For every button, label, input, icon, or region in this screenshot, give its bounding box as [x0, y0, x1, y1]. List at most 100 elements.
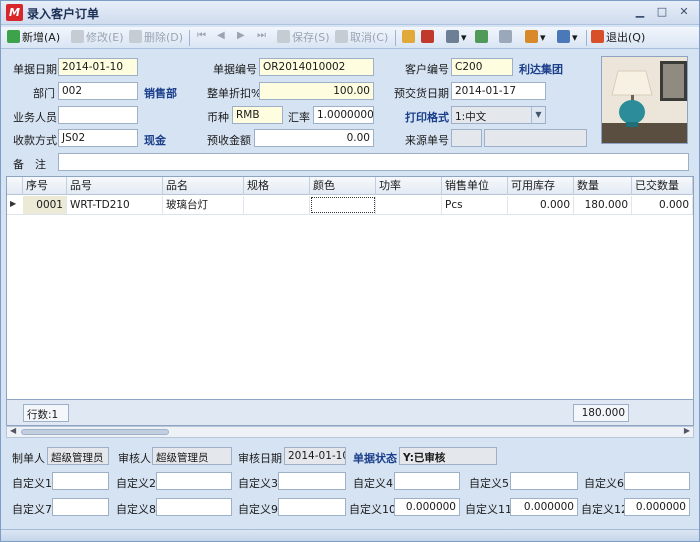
- delivery-date-field[interactable]: 2014-01-17: [451, 82, 546, 100]
- custom-label: 自定义8: [116, 503, 156, 516]
- column-header[interactable]: 序号: [23, 177, 67, 195]
- source-no-label: 来源单号: [405, 134, 449, 147]
- column-header[interactable]: 规格: [244, 177, 310, 195]
- custom-label: 自定义3: [238, 477, 278, 490]
- save-icon: [277, 30, 290, 43]
- currency-label: 币种: [207, 111, 229, 124]
- exit-icon: [591, 30, 604, 43]
- row-count: 行数:1: [23, 404, 69, 422]
- add-icon: [7, 30, 20, 43]
- print-format-select[interactable]: 1:中文 ▼: [451, 106, 546, 124]
- last-record-icon[interactable]: ⏭: [257, 30, 266, 41]
- table-cell[interactable]: [376, 196, 442, 214]
- table-cell[interactable]: 0.000: [508, 196, 574, 214]
- rate-field[interactable]: 1.0000000: [313, 106, 374, 124]
- rate-label: 汇率: [288, 111, 310, 124]
- minimize-icon[interactable]: ▁: [633, 6, 647, 18]
- custom-field[interactable]: 0.000000: [510, 498, 578, 516]
- table-cell[interactable]: 0.000: [632, 196, 693, 214]
- chevron-down-icon[interactable]: ▼: [531, 107, 545, 123]
- window-title: 录入客户订单: [27, 7, 100, 21]
- custom-field[interactable]: 0.000000: [394, 498, 460, 516]
- source-no-field-2[interactable]: [484, 129, 587, 147]
- first-record-icon[interactable]: ⏮: [197, 30, 206, 41]
- title-bar[interactable]: M 录入客户订单 ▁ □ ✕: [1, 1, 699, 25]
- table-cell[interactable]: 180.000: [574, 196, 632, 214]
- custom-field[interactable]: [510, 472, 578, 490]
- product-photo: [601, 56, 688, 144]
- salesperson-field[interactable]: [58, 106, 138, 124]
- column-header[interactable]: 可用库存: [508, 177, 574, 195]
- cancel-button[interactable]: 取消(C): [335, 29, 388, 47]
- column-header[interactable]: 品名: [163, 177, 244, 195]
- save-button[interactable]: 保存(S): [277, 29, 330, 47]
- custom-field[interactable]: [624, 472, 690, 490]
- customer-no-field[interactable]: C200: [451, 58, 513, 76]
- maximize-icon[interactable]: □: [655, 6, 669, 18]
- edit-button[interactable]: 修改(E): [71, 29, 124, 47]
- table-cell[interactable]: WRT-TD210: [67, 196, 163, 214]
- scroll-right-icon[interactable]: ▶: [684, 426, 690, 435]
- tools-icon[interactable]: ▾: [525, 29, 546, 47]
- table-summary: 行数:1 180.000: [6, 400, 694, 426]
- copy-icon[interactable]: [499, 29, 514, 47]
- custom-field[interactable]: [278, 472, 346, 490]
- custom-field[interactable]: [156, 472, 232, 490]
- custom-label: 自定义1: [12, 477, 52, 490]
- toolbar: 新增(A) 修改(E) 删除(D) ⏮ ◀ ▶ ⏭ 保存(S) 取消(C) ▾ …: [1, 27, 699, 49]
- auditor-field: 超级管理员: [152, 447, 232, 465]
- custom-field[interactable]: [52, 498, 109, 516]
- column-header[interactable]: 品号: [67, 177, 163, 195]
- report-icon[interactable]: [421, 29, 436, 47]
- customer-no-label: 客户编号: [405, 63, 449, 76]
- custom-field[interactable]: [278, 498, 346, 516]
- dept-field[interactable]: 002: [58, 82, 138, 100]
- next-record-icon[interactable]: ▶: [237, 30, 245, 41]
- horizontal-scrollbar[interactable]: ◀ ▶: [6, 426, 694, 438]
- column-header[interactable]: 已交数量: [632, 177, 693, 195]
- close-icon[interactable]: ✕: [677, 6, 691, 18]
- prepay-label: 预收金额: [207, 134, 251, 147]
- table-cell[interactable]: 玻璃台灯: [163, 196, 244, 214]
- status-label: 单据状态: [353, 452, 397, 465]
- table-cell[interactable]: Pcs: [442, 196, 508, 214]
- scrollbar-thumb[interactable]: [21, 429, 169, 435]
- prepay-field[interactable]: 0.00: [254, 129, 374, 147]
- delete-button[interactable]: 删除(D): [129, 29, 183, 47]
- exit-button[interactable]: 退出(Q): [591, 29, 645, 47]
- prev-record-icon[interactable]: ◀: [217, 30, 225, 41]
- discount-field[interactable]: 100.00: [259, 82, 374, 100]
- custom-field[interactable]: [52, 472, 109, 490]
- doc-no-field[interactable]: OR2014010002: [259, 58, 374, 76]
- custom-label: 自定义6: [584, 477, 624, 490]
- remark-label: 备 注: [13, 158, 46, 171]
- remark-field[interactable]: [58, 153, 689, 171]
- source-no-field[interactable]: [451, 129, 482, 147]
- custom-field[interactable]: [394, 472, 460, 490]
- custom-label: 自定义7: [12, 503, 52, 516]
- custom-field[interactable]: 0.000000: [624, 498, 690, 516]
- export-icon[interactable]: [475, 29, 490, 47]
- column-header[interactable]: 销售单位: [442, 177, 508, 195]
- doc-no-label: 单据编号: [213, 63, 257, 76]
- table-row[interactable]: ▶ 0001 WRT-TD210 玻璃台灯 Pcs 0.000 180.000 …: [7, 196, 693, 215]
- table-cell[interactable]: [310, 196, 376, 214]
- currency-field[interactable]: RMB: [232, 106, 283, 124]
- table-cell[interactable]: 0001: [23, 196, 67, 214]
- custom-label: 自定义10: [349, 503, 396, 516]
- column-header[interactable]: 数量: [574, 177, 632, 195]
- table-cell[interactable]: [244, 196, 310, 214]
- customer-name: 利达集团: [519, 63, 563, 76]
- dept-label: 部门: [33, 87, 55, 100]
- custom-field[interactable]: [156, 498, 232, 516]
- column-header[interactable]: 功率: [376, 177, 442, 195]
- column-header[interactable]: 颜色: [310, 177, 376, 195]
- doc-date-field[interactable]: 2014-01-10: [58, 58, 138, 76]
- row-indicator-header: [7, 177, 23, 195]
- payment-field[interactable]: JS02: [58, 129, 138, 147]
- folder-icon[interactable]: [402, 29, 417, 47]
- scroll-left-icon[interactable]: ◀: [10, 426, 16, 435]
- settings-icon[interactable]: ▾: [557, 29, 578, 47]
- add-button[interactable]: 新增(A): [7, 29, 60, 47]
- print-icon[interactable]: ▾: [446, 29, 467, 47]
